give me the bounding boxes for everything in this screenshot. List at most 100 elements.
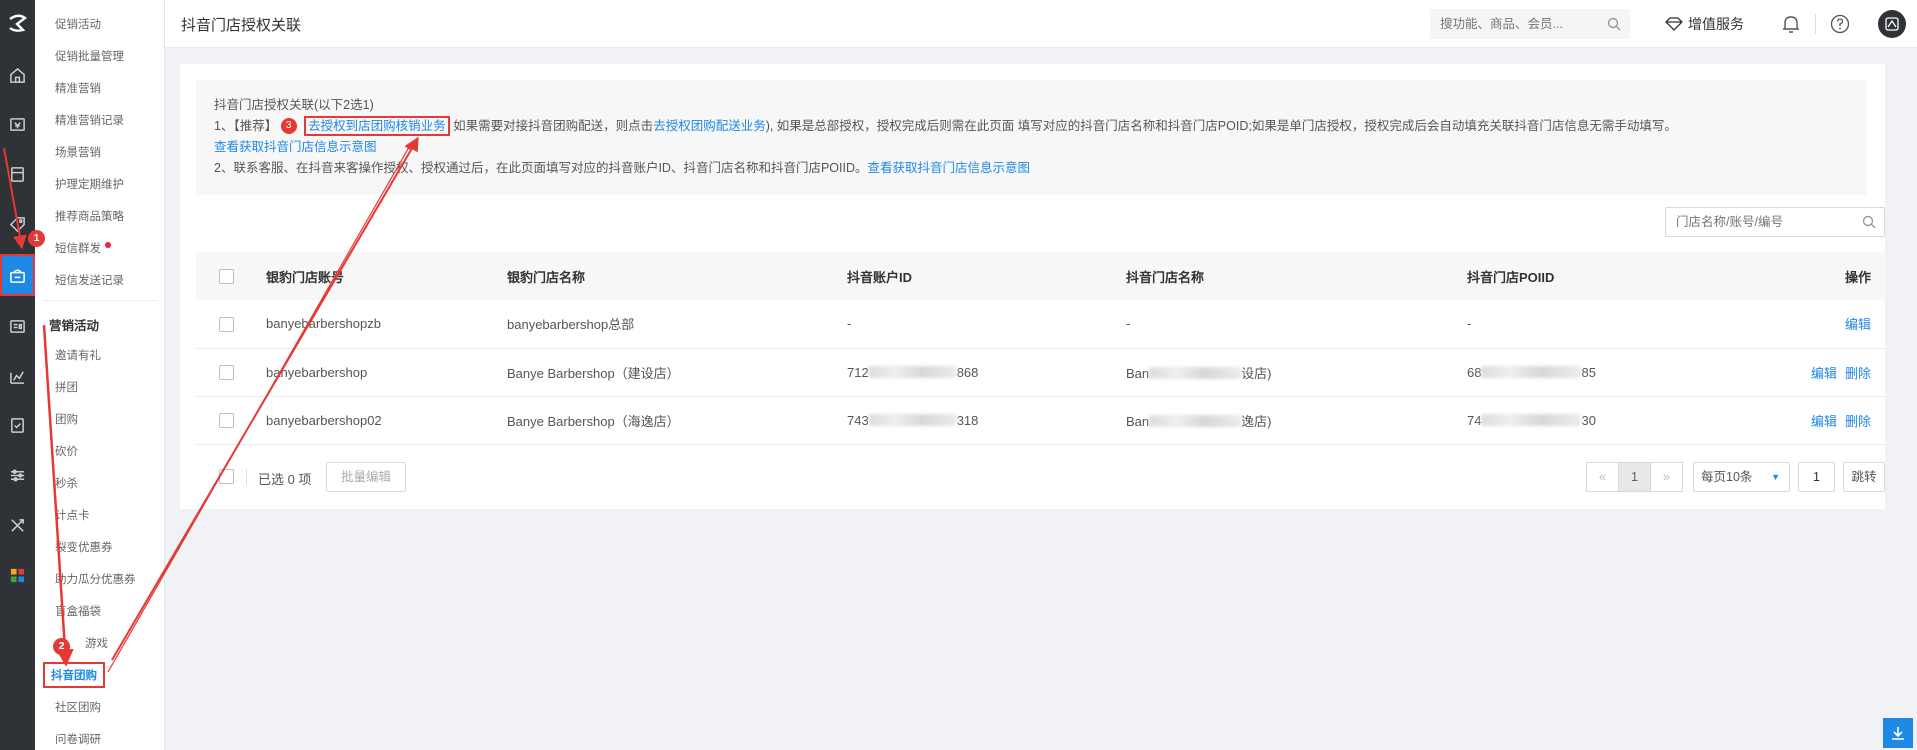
app-logo[interactable] — [0, 0, 35, 46]
table-header-row: 银豹门店账号 银豹门店名称 抖音账户ID 抖音门店名称 抖音门店POIID 操作 — [196, 252, 1885, 300]
cell-store-account: banyebarbershop02 — [266, 396, 507, 445]
menu-item-fission-coupon[interactable]: 裂变优惠券 — [55, 539, 113, 555]
dropdown-caret-icon: ▼ — [1771, 472, 1780, 482]
poi-visible-start: 68 — [1467, 364, 1482, 380]
edit-link[interactable]: 编辑 — [1811, 414, 1837, 429]
menu-section-title: 营销活动 — [49, 319, 100, 333]
cell-douyin-store-name: Ban 逸店) — [1126, 396, 1467, 445]
annotation-badge-2: 2 — [53, 638, 70, 655]
menu-item-bargain[interactable]: 砍价 — [55, 443, 78, 459]
name-visible-end: 逸店) — [1241, 413, 1272, 429]
content-panel: 抖音门店授权关联(以下2选1) 1、【推荐】 3 去授权到店团购核销业务 如果需… — [180, 64, 1885, 509]
cell-store-account: banyebarbershop — [266, 348, 507, 397]
menu-item-precise-marketing[interactable]: 精准营销 — [55, 80, 101, 96]
view-store-info-diagram-link[interactable]: 查看获取抖音门店信息示意图 — [214, 140, 377, 154]
menu-item-community-group-buy[interactable]: 社区团购 — [55, 699, 101, 715]
tools-icon[interactable] — [0, 505, 35, 545]
cash-icon[interactable] — [0, 104, 35, 144]
view-store-info-diagram-link-2[interactable]: 查看获取抖音门店信息示意图 — [868, 161, 1031, 175]
store-binding-table: 银豹门店账号 银豹门店名称 抖音账户ID 抖音门店名称 抖音门店POIID 操作… — [196, 252, 1885, 445]
home-icon[interactable] — [0, 55, 35, 95]
edit-link[interactable]: 编辑 — [1845, 317, 1871, 332]
menu-item-survey[interactable]: 问卷调研 — [55, 731, 101, 747]
menu-item-group-buy-pin[interactable]: 拼团 — [55, 379, 78, 395]
menu-item-label: 短信群发 — [55, 243, 101, 255]
jump-page-input[interactable]: 1 — [1798, 462, 1835, 492]
menu-item-sms-records[interactable]: 短信发送记录 — [55, 272, 124, 288]
authorize-store-group-buy-link[interactable]: 去授权到店团购核销业务 — [304, 116, 450, 136]
pagination: « 1 » — [1586, 462, 1683, 492]
page-size-select[interactable]: 每页10条 ▼ — [1693, 462, 1790, 492]
search-icon[interactable] — [1862, 215, 1876, 229]
menu-item-game[interactable]: 游戏 — [85, 635, 108, 651]
menu-item-point-card[interactable]: 计点卡 — [55, 507, 90, 523]
menu-item-promo-batch[interactable]: 促销批量管理 — [55, 48, 124, 64]
global-search-input[interactable] — [1430, 9, 1590, 39]
menu-item-care-maintenance[interactable]: 护理定期维护 — [55, 176, 124, 192]
id-visible-end: 318 — [956, 412, 979, 428]
menu-item-flash-sale[interactable]: 秒杀 — [55, 475, 78, 491]
jump-button[interactable]: 跳转 — [1843, 462, 1885, 492]
download-button[interactable] — [1883, 718, 1913, 748]
menu-item-promotions[interactable]: 促销活动 — [55, 16, 101, 32]
poi-visible-end: 85 — [1581, 364, 1596, 380]
new-dot-icon — [105, 242, 111, 248]
name-visible-start: Ban — [1126, 365, 1150, 381]
name-visible-start: Ban — [1126, 413, 1150, 429]
chart-icon[interactable] — [0, 356, 35, 396]
delete-link[interactable]: 删除 — [1845, 366, 1871, 381]
menu-item-blind-box[interactable]: 盲盒福袋 — [55, 603, 101, 619]
table-search-input[interactable] — [1666, 208, 1846, 236]
select-all-cell — [196, 252, 266, 300]
header-douyin-poiid: 抖音门店POIID — [1467, 252, 1717, 300]
menu-item-group-buy[interactable]: 团购 — [55, 411, 78, 427]
menu-item-sms-broadcast[interactable]: 短信群发 — [55, 240, 111, 256]
footer-divider — [246, 469, 247, 485]
table-footer: 已选 0 项 批量编辑 « 1 » 每页10条 ▼ 1 跳转 — [196, 455, 1885, 499]
row-checkbox[interactable] — [219, 413, 234, 429]
apps-icon[interactable] — [0, 555, 35, 595]
notice-option-2-text: 2、联系客服、在抖音来客操作授权、授权通过后，在此页面填写对应的抖音账户ID、抖… — [214, 161, 868, 175]
menu-item-assist-coupon[interactable]: 助力瓜分优惠券 — [55, 571, 136, 587]
cell-store-account: banyebarbershopzb — [266, 300, 507, 349]
menu-item-recommend-strategy[interactable]: 推荐商品策略 — [55, 208, 124, 224]
prev-page-button[interactable]: « — [1586, 462, 1619, 492]
cell-douyin-account-id: 712 868 — [847, 348, 1126, 397]
bell-icon[interactable] — [1782, 14, 1800, 34]
menu-item-scene-marketing[interactable]: 场景营销 — [55, 144, 101, 160]
marketing-icon[interactable] — [0, 254, 35, 296]
settings-icon[interactable] — [0, 455, 35, 495]
value-added-services[interactable]: 增值服务 — [1665, 14, 1744, 34]
select-all-checkbox[interactable] — [219, 269, 234, 285]
row-checkbox[interactable] — [219, 365, 234, 381]
menu-item-invite[interactable]: 邀请有礼 — [55, 347, 101, 363]
next-page-button[interactable]: » — [1650, 462, 1683, 492]
menu-item-douyin-group-buy[interactable]: 抖音团购 — [43, 662, 105, 688]
row-checkbox[interactable] — [219, 316, 234, 332]
authorize-delivery-link[interactable]: 去授权团购配送业务 — [653, 119, 766, 133]
cell-douyin-account-id: 743 318 — [847, 396, 1126, 445]
diamond-icon — [1665, 17, 1683, 31]
cell-actions: 编辑 — [1717, 300, 1885, 349]
notice-box: 抖音门店授权关联(以下2选1) 1、【推荐】 3 去授权到店团购核销业务 如果需… — [196, 80, 1866, 195]
edit-link[interactable]: 编辑 — [1811, 366, 1837, 381]
top-header: 抖音门店授权关联 增值服务 — [165, 0, 1917, 48]
card-icon[interactable] — [0, 154, 35, 194]
report-icon[interactable] — [0, 405, 35, 445]
header-divider — [1815, 14, 1816, 34]
help-icon[interactable] — [1830, 14, 1850, 34]
header-store-name: 银豹门店名称 — [507, 252, 847, 300]
search-icon[interactable] — [1607, 17, 1621, 31]
delete-link[interactable]: 删除 — [1845, 414, 1871, 429]
batch-edit-button[interactable]: 批量编辑 — [326, 462, 406, 492]
notice-suffix-text: ), 如果是总部授权，授权完成后则需在此页面 填写对应的抖音门店名称和抖音门店P… — [765, 119, 1677, 133]
notice-line-1: 抖音门店授权关联(以下2选1) — [214, 98, 374, 112]
user-avatar[interactable] — [1878, 10, 1906, 38]
id-card-icon[interactable] — [0, 306, 35, 346]
menu-item-precise-records[interactable]: 精准营销记录 — [55, 112, 124, 128]
footer-select-all-checkbox[interactable] — [219, 469, 234, 484]
page-size-value: 每页10条 — [1701, 470, 1753, 484]
vas-label: 增值服务 — [1688, 16, 1744, 32]
redacted-blur — [1481, 413, 1582, 426]
page-number-button[interactable]: 1 — [1618, 462, 1651, 492]
